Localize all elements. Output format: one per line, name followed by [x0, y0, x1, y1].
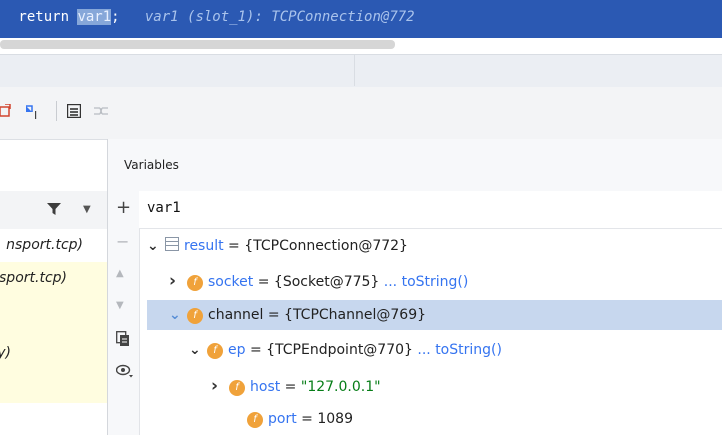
trace-stream-icon[interactable] — [93, 104, 109, 122]
code-return: return — [10, 9, 78, 25]
variables-side-toolbar — [108, 191, 140, 435]
expand-chevron-down-icon[interactable]: ⌄ — [147, 238, 165, 254]
to-string-link[interactable]: ... toString() — [413, 342, 502, 358]
field-icon: f — [187, 275, 203, 291]
frames-header: ▼ — [0, 191, 107, 230]
to-string-link[interactable]: ... toString() — [379, 274, 469, 290]
field-icon: f — [229, 380, 245, 396]
frames-list: nsport.tcp) sport.tcp) y) — [0, 229, 107, 435]
object-icon — [165, 237, 179, 251]
horizontal-scrollbar[interactable] — [0, 40, 395, 49]
variable-value: {TCPChannel@769} — [284, 307, 427, 323]
variables-title: Variables — [124, 158, 179, 172]
variable-row-host[interactable]: › f host = "127.0.0.1" — [139, 369, 722, 401]
expand-chevron-right-icon[interactable]: › — [169, 271, 187, 291]
variable-name: ep — [228, 342, 246, 358]
equals-sign: = — [296, 411, 318, 427]
variable-name: channel — [208, 307, 264, 323]
svg-text:I: I — [34, 109, 37, 120]
frame-row[interactable]: y) — [0, 337, 107, 373]
variable-row-ep[interactable]: ⌄ f ep = {TCPEndpoint@770} ... toString() — [139, 335, 722, 367]
variable-name: socket — [208, 274, 254, 290]
move-down-icon[interactable]: ▼ — [116, 298, 124, 314]
variable-row-result[interactable]: ⌄ result = {TCPConnection@772} — [139, 230, 722, 262]
variable-value: "127.0.0.1" — [300, 379, 381, 395]
evaluate-expression-icon[interactable] — [66, 103, 82, 122]
variable-value: {TCPConnection@772} — [244, 238, 408, 254]
variable-value: {Socket@775} — [273, 274, 380, 290]
watch-expression[interactable]: var1 — [147, 200, 181, 216]
duplicate-icon[interactable] — [116, 331, 130, 350]
variable-row-port[interactable]: f port = 1089 — [139, 404, 722, 436]
variable-name: host — [250, 379, 281, 395]
variable-name: port — [268, 411, 297, 427]
equals-sign: = — [263, 307, 285, 323]
filter-icon[interactable] — [47, 202, 61, 220]
debug-tab-strip — [0, 54, 722, 87]
variable-row-channel[interactable]: ⌄ f channel = {TCPChannel@769} — [147, 300, 722, 330]
chevron-down-icon[interactable]: ▼ — [83, 204, 91, 215]
tab-divider — [354, 54, 355, 86]
equals-sign: = — [253, 274, 274, 290]
equals-sign: = — [223, 238, 245, 254]
run-to-cursor-icon[interactable]: I — [25, 104, 43, 124]
field-icon: f — [187, 308, 203, 324]
frame-row[interactable]: nsport.tcp) — [0, 229, 107, 265]
variable-value: {TCPEndpoint@770} — [266, 342, 413, 358]
toolbar-separator — [56, 101, 57, 121]
variable-value: 1089 — [317, 411, 353, 427]
variables-header-bar — [108, 139, 722, 192]
view-options-icon[interactable] — [115, 364, 134, 381]
code-text: return var1; var1 (slot_1): TCPConnectio… — [10, 9, 415, 25]
editor-code-line[interactable]: return var1; var1 (slot_1): TCPConnectio… — [0, 0, 722, 38]
code-semicolon: ; — [111, 9, 120, 25]
variable-row-socket[interactable]: › f socket = {Socket@775} ... toString() — [139, 264, 722, 296]
static-field-icon: f — [207, 343, 223, 359]
code-selected-var[interactable]: var1 — [77, 9, 112, 25]
equals-sign: = — [280, 379, 301, 395]
add-icon[interactable]: + — [116, 199, 131, 217]
drop-frame-icon[interactable] — [0, 103, 12, 122]
equals-sign: = — [245, 342, 267, 358]
frame-row[interactable]: sport.tcp) — [0, 262, 107, 403]
remove-icon[interactable]: − — [116, 234, 129, 250]
expand-chevron-right-icon[interactable]: › — [211, 376, 229, 396]
expand-chevron-down-icon[interactable]: ⌄ — [189, 342, 207, 358]
field-icon: f — [247, 412, 263, 428]
expand-chevron-down-icon[interactable]: ⌄ — [169, 307, 187, 323]
move-up-icon[interactable]: ▲ — [116, 266, 124, 282]
watch-expression-row[interactable] — [139, 191, 722, 229]
inline-debug-hint: var1 (slot_1): TCPConnection@772 — [119, 9, 415, 25]
variable-name: result — [184, 238, 224, 254]
